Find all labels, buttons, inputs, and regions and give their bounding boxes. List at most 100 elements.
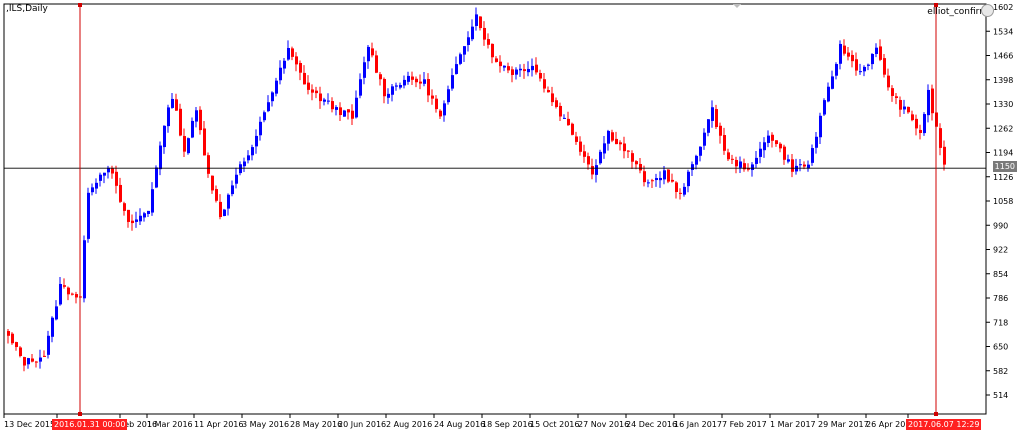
- candle: [707, 119, 710, 137]
- left-vertical-line-time-tag[interactable]: 2016.01.31 00:00: [52, 419, 128, 430]
- candle-body: [551, 93, 554, 103]
- candle: [723, 127, 726, 155]
- candle-body: [839, 43, 842, 64]
- candle-body: [135, 219, 138, 222]
- x-tick-label: 13 Dec 2015: [4, 420, 55, 429]
- vertical-line-handle: [934, 412, 938, 416]
- candle: [355, 90, 358, 119]
- candle-body: [159, 145, 162, 170]
- candle: [899, 96, 902, 117]
- candle: [343, 109, 346, 117]
- candle: [659, 171, 662, 188]
- candle-body: [375, 55, 378, 73]
- candle-body: [459, 54, 462, 64]
- candle-body: [347, 109, 350, 113]
- candle-body: [579, 141, 582, 152]
- candle-body: [903, 106, 906, 110]
- candle-body: [191, 120, 194, 138]
- y-tick-label: 1330: [993, 100, 1013, 109]
- candle-body: [923, 114, 926, 134]
- candle-body: [775, 140, 778, 145]
- candle: [211, 175, 214, 194]
- candle: [339, 102, 342, 122]
- y-tick-label: 1058: [993, 197, 1013, 206]
- candle-body: [575, 136, 578, 142]
- candle: [235, 167, 238, 189]
- candle-body: [863, 66, 866, 72]
- candle: [391, 83, 394, 102]
- candle-body: [143, 213, 146, 218]
- indicator-label[interactable]: elliot_confirm: [927, 7, 988, 17]
- candle: [519, 64, 522, 77]
- candle-body: [663, 170, 666, 180]
- candle: [783, 144, 786, 165]
- candle: [231, 180, 234, 197]
- candle-body: [55, 306, 58, 320]
- candle-body: [679, 192, 682, 194]
- right-vertical-line-time-tag[interactable]: 2017.06.07 12:29: [906, 419, 982, 430]
- candle-body: [635, 161, 638, 165]
- candle: [539, 69, 542, 82]
- candle-body: [95, 182, 98, 189]
- chart-window: 514 582 650 718 786 854 922 990 1058 1126 1194 1262…: [0, 0, 1024, 435]
- candle-body: [835, 64, 838, 76]
- candle: [563, 114, 566, 119]
- candle-body: [407, 75, 410, 82]
- candle: [767, 130, 770, 148]
- candle-body: [175, 99, 178, 111]
- candle-body: [895, 96, 898, 98]
- candle-body: [31, 358, 34, 362]
- candle: [179, 103, 182, 137]
- candle: [523, 63, 526, 79]
- y-tick-label: 786: [993, 294, 1008, 303]
- candle: [111, 165, 114, 179]
- candle-body: [59, 283, 62, 305]
- candle-body: [311, 89, 314, 93]
- candle-body: [299, 62, 302, 73]
- candle-body: [815, 136, 818, 148]
- candle-body: [147, 210, 150, 214]
- indicator-settings-icon[interactable]: [981, 4, 994, 17]
- candle-body: [555, 100, 558, 108]
- candle-body: [247, 155, 250, 161]
- candle: [11, 332, 14, 345]
- candle: [43, 350, 46, 357]
- candle-body: [399, 85, 402, 88]
- candle: [547, 86, 550, 93]
- candle: [943, 140, 946, 171]
- candle: [799, 159, 802, 172]
- candle-body: [467, 37, 470, 45]
- candle-body: [355, 97, 358, 118]
- candle: [35, 360, 38, 368]
- candle-body: [631, 153, 634, 162]
- candle: [327, 93, 330, 105]
- candle-body: [547, 90, 550, 93]
- candle: [359, 73, 362, 99]
- candle: [647, 179, 650, 188]
- vertical-line-handle: [78, 412, 82, 416]
- candle: [39, 349, 42, 369]
- candle: [619, 140, 622, 151]
- candle-body: [859, 71, 862, 73]
- candle: [283, 57, 286, 74]
- candle: [383, 77, 386, 104]
- candle-body: [571, 123, 574, 135]
- candle-body: [823, 100, 826, 115]
- candle-body: [275, 80, 278, 94]
- candle: [23, 356, 26, 372]
- candle: [751, 162, 754, 177]
- candle: [515, 67, 518, 80]
- y-tick-label: 854: [993, 270, 1008, 279]
- y-tick-label: 514: [993, 391, 1008, 400]
- candle: [859, 63, 862, 75]
- candle-body: [535, 64, 538, 73]
- candle-body: [167, 107, 170, 127]
- candle-body: [603, 143, 606, 154]
- candle-body: [495, 58, 498, 62]
- candle-body: [211, 175, 214, 191]
- candle: [163, 125, 166, 154]
- candle: [819, 112, 822, 145]
- candle-body: [127, 209, 130, 222]
- candle: [743, 158, 746, 172]
- candle-body: [643, 171, 646, 183]
